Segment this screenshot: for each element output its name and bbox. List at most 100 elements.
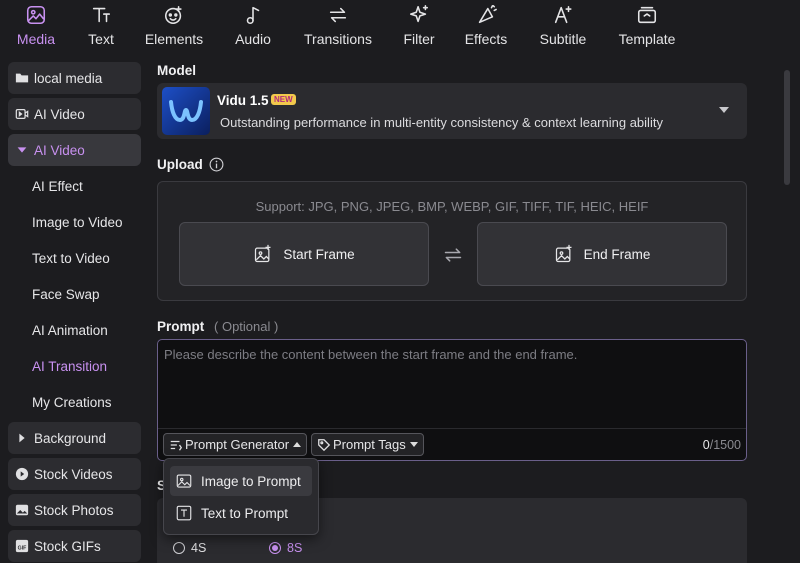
model-name: Vidu 1.5 bbox=[217, 93, 269, 108]
toolbar-transitions[interactable]: Transitions bbox=[303, 4, 373, 50]
main-scrollbar[interactable] bbox=[784, 70, 790, 185]
sidebar-item-label: Background bbox=[34, 430, 107, 446]
prompt-generator-menu: Image to Prompt Text to Prompt bbox=[163, 458, 319, 535]
sidebar-item-label: AI Transition bbox=[32, 358, 108, 374]
add-image-icon bbox=[555, 244, 572, 263]
toolbar-media[interactable]: Media bbox=[16, 4, 56, 50]
sidebar-item-label: AI Video bbox=[34, 106, 85, 122]
prompt-tags-button[interactable]: Prompt Tags bbox=[311, 433, 424, 456]
menu-item-image-to-prompt[interactable]: Image to Prompt bbox=[170, 466, 312, 496]
duration-option-label: 8S bbox=[287, 541, 303, 555]
sidebar-item-ai-effect[interactable]: AI Effect bbox=[8, 170, 141, 202]
model-selector[interactable]: Vidu 1.5 NEW Outstanding performance in … bbox=[157, 83, 747, 139]
sidebar-item-label: Stock GIFs bbox=[34, 538, 101, 554]
upload-heading-row: Upload bbox=[157, 157, 224, 172]
sidebar-item-face-swap[interactable]: Face Swap bbox=[8, 278, 141, 310]
sparkle-icon bbox=[409, 5, 429, 23]
sidebar-item-label: Image to Video bbox=[32, 214, 123, 230]
folder-icon bbox=[10, 71, 34, 85]
caret-right-icon bbox=[10, 431, 34, 445]
sidebar-item-background[interactable]: Background bbox=[8, 422, 141, 454]
sidebar-item-label: Face Swap bbox=[32, 286, 100, 302]
toolbar-audio[interactable]: Audio bbox=[233, 4, 273, 50]
end-frame-button[interactable]: End Frame bbox=[477, 222, 727, 286]
sidebar-item-ai-transition[interactable]: AI Transition bbox=[8, 350, 141, 382]
upload-heading: Upload bbox=[157, 157, 203, 172]
toolbar-filter[interactable]: Filter bbox=[401, 4, 437, 50]
duration-option-label: 4S bbox=[191, 541, 207, 555]
sidebar-item-ai-video[interactable]: AI Video bbox=[8, 98, 141, 130]
character-count-current: 0 bbox=[702, 438, 710, 452]
toolbar-subtitle[interactable]: Subtitle bbox=[538, 4, 588, 50]
template-icon bbox=[637, 6, 657, 24]
toolbar-elements[interactable]: Elements bbox=[144, 4, 204, 50]
sidebar-item-my-creations[interactable]: My Creations bbox=[8, 386, 141, 418]
media-icon bbox=[26, 5, 46, 25]
photo-icon bbox=[10, 503, 34, 517]
new-badge: NEW bbox=[271, 94, 296, 105]
caret-down-icon bbox=[409, 442, 418, 447]
toolbar-template[interactable]: Template bbox=[618, 4, 676, 50]
toolbar-media-label: Media bbox=[16, 31, 56, 47]
sidebar-item-label: AI Effect bbox=[32, 178, 83, 194]
ai-video-icon bbox=[10, 107, 34, 121]
end-frame-label: End Frame bbox=[583, 246, 651, 262]
sidebar-item-stock-gifs[interactable]: GIF Stock GIFs bbox=[8, 530, 141, 562]
sidebar-item-label: Stock Photos bbox=[34, 502, 114, 518]
prompt-heading-row: Prompt ( Optional ) bbox=[157, 319, 278, 334]
sidebar-item-stock-photos[interactable]: Stock Photos bbox=[8, 494, 141, 526]
prompt-optional: ( Optional ) bbox=[214, 319, 279, 334]
toolbar-template-label: Template bbox=[618, 31, 676, 47]
gif-icon: GIF bbox=[10, 539, 34, 553]
supported-formats: Support: JPG, PNG, JPEG, BMP, WEBP, GIF,… bbox=[255, 199, 649, 214]
play-icon bbox=[10, 467, 34, 481]
sidebar-item-local-media[interactable]: local media bbox=[8, 62, 141, 94]
prompt-generator-label: Prompt Generator bbox=[185, 437, 290, 452]
menu-item-label: Image to Prompt bbox=[201, 473, 301, 489]
toolbar-filter-label: Filter bbox=[403, 31, 435, 47]
chevron-down-icon[interactable] bbox=[719, 107, 729, 113]
caret-down-icon bbox=[10, 143, 34, 157]
sidebar-item-ai-video-expanded[interactable]: AI Video bbox=[8, 134, 141, 166]
sidebar-item-text-to-video[interactable]: Text to Video bbox=[8, 242, 141, 274]
text-box-icon bbox=[176, 505, 192, 521]
music-note-icon bbox=[246, 6, 260, 25]
toolbar-elements-label: Elements bbox=[144, 31, 204, 47]
text-icon bbox=[92, 7, 111, 23]
prompt-heading: Prompt bbox=[157, 319, 205, 334]
svg-text:GIF: GIF bbox=[18, 546, 28, 552]
sidebar-item-label: local media bbox=[34, 70, 103, 86]
left-sidebar: local media AI Video AI Video AI Effect … bbox=[0, 52, 150, 563]
vidu-logo-icon bbox=[169, 100, 203, 123]
toolbar-audio-label: Audio bbox=[235, 31, 271, 47]
menu-item-label: Text to Prompt bbox=[201, 505, 289, 521]
sidebar-item-image-to-video[interactable]: Image to Video bbox=[8, 206, 141, 238]
info-icon[interactable] bbox=[209, 157, 224, 172]
sidebar-item-label: My Creations bbox=[32, 394, 112, 410]
swap-frames-icon[interactable] bbox=[443, 245, 463, 270]
upload-area: Support: JPG, PNG, JPEG, BMP, WEBP, GIF,… bbox=[157, 181, 747, 301]
toolbar-effects[interactable]: Effects bbox=[464, 4, 508, 50]
prompt-generator-button[interactable]: Prompt Generator bbox=[163, 433, 308, 456]
toolbar-subtitle-label: Subtitle bbox=[539, 31, 587, 47]
vidu-logo bbox=[162, 87, 210, 135]
sidebar-item-ai-animation[interactable]: AI Animation bbox=[8, 314, 141, 346]
radio-icon bbox=[173, 542, 185, 554]
prompt-box: Prompt Generator Prompt Tags 0/1500 bbox=[157, 339, 747, 461]
duration-option-4s[interactable]: 4S bbox=[173, 541, 206, 555]
generator-icon bbox=[170, 440, 183, 451]
add-image-icon bbox=[255, 244, 271, 263]
sidebar-item-label: Stock Videos bbox=[34, 466, 113, 482]
toolbar-text-label: Text bbox=[88, 31, 114, 47]
prompt-input[interactable] bbox=[158, 340, 746, 428]
menu-item-text-to-prompt[interactable]: Text to Prompt bbox=[170, 498, 312, 528]
caret-up-icon bbox=[293, 442, 302, 447]
toolbar-text[interactable]: Text bbox=[86, 4, 116, 50]
transitions-icon bbox=[329, 7, 347, 23]
sidebar-item-label: Text to Video bbox=[32, 250, 110, 266]
image-icon bbox=[176, 474, 192, 488]
duration-option-8s[interactable]: 8S bbox=[269, 541, 302, 555]
start-frame-label: Start Frame bbox=[283, 246, 355, 262]
start-frame-button[interactable]: Start Frame bbox=[179, 222, 429, 286]
sidebar-item-stock-videos[interactable]: Stock Videos bbox=[8, 458, 141, 490]
